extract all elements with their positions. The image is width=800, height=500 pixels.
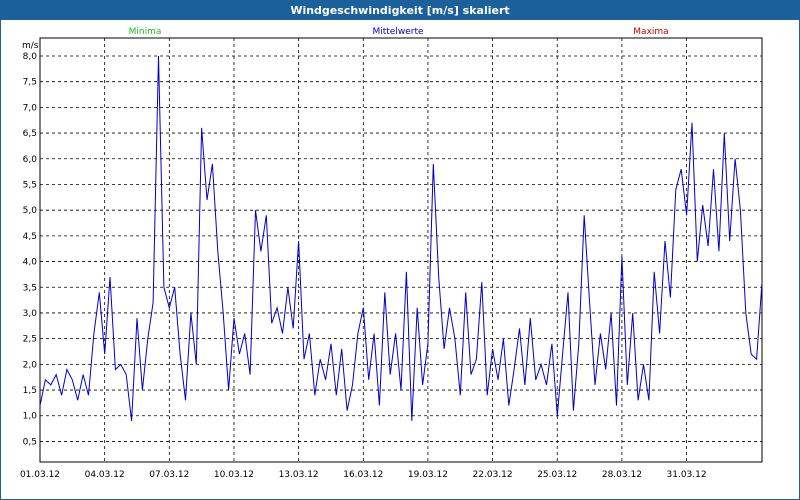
legend-maxima: Maxima (633, 27, 668, 37)
x-tick-label: 01.03.12 (20, 470, 60, 480)
y-tick-label: 3,0 (23, 309, 38, 319)
y-unit-label: m/s (22, 41, 39, 51)
x-tick-label: 28.03.12 (602, 470, 642, 480)
legend-mittelwerte: Mittelwerte (372, 27, 423, 37)
chart: 0,5 1,0 1,5 2,0 2,5 3,0 3,5 4,0 4,5 5,0 5,5 6,0 6,5 7… (20, 27, 763, 480)
y-tick-label: 3,5 (23, 283, 37, 293)
x-tick-label: 16.03.12 (343, 470, 383, 480)
x-tick-label: 04.03.12 (85, 470, 125, 480)
plot-area (39, 37, 763, 463)
y-tick-label: 5,5 (23, 180, 37, 190)
x-tick-label: 25.03.12 (537, 470, 577, 480)
y-tick-label: 1,5 (23, 386, 37, 396)
y-tick-label: 2,5 (23, 335, 37, 345)
y-tick-label: 1,0 (23, 412, 38, 422)
y-tick-label: 7,0 (23, 103, 38, 113)
x-axis: 01.03.12 04.03.12 07.03.12 10.03.12 13.03.12… (20, 470, 707, 480)
x-tick-label: 10.03.12 (214, 470, 254, 480)
y-tick-label: 5,0 (23, 206, 38, 216)
x-tick-label: 07.03.12 (149, 470, 189, 480)
y-tick-label: 6,5 (23, 129, 37, 139)
x-tick-label: 13.03.12 (279, 470, 319, 480)
y-axis: 0,5 1,0 1,5 2,0 2,5 3,0 3,5 4,0 4,5 5,0 5,5 6,0 6,5 7… (23, 52, 38, 447)
x-tick-label: 22.03.12 (473, 470, 513, 480)
y-tick-label: 6,0 (23, 155, 38, 165)
y-tick-label: 4,5 (23, 232, 37, 242)
legend-minima: Minima (129, 27, 162, 37)
y-tick-label: 8,0 (23, 52, 38, 62)
y-tick-label: 7,5 (23, 78, 37, 88)
x-tick-label: 19.03.12 (408, 470, 448, 480)
y-tick-label: 4,0 (23, 258, 38, 268)
y-tick-label: 2,0 (23, 360, 38, 370)
y-tick-label: 0,5 (23, 437, 37, 447)
x-tick-label: 31.03.12 (667, 470, 707, 480)
